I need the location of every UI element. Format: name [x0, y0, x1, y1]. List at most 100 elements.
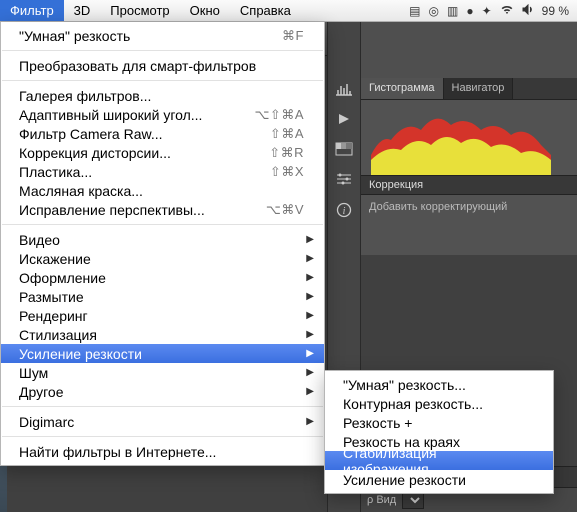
- menu-item-label: Преобразовать для смарт-фильтров: [19, 58, 304, 74]
- submenu-item[interactable]: Резкость +: [325, 413, 553, 432]
- sharpen-submenu: "Умная" резкость... Контурная резкость...…: [324, 370, 554, 494]
- menu-item-shortcut: ⌘F: [282, 28, 304, 44]
- submenu-item-label: Резкость +: [343, 415, 412, 431]
- notifications-icon[interactable]: ▤: [409, 4, 420, 18]
- menu-item[interactable]: Другое▶: [1, 382, 324, 401]
- menu-item[interactable]: Преобразовать для смарт-фильтров: [1, 56, 324, 75]
- submenu-arrow-icon: ▶: [306, 386, 314, 397]
- menu-item-shortcut: ⇧⌘X: [270, 164, 304, 180]
- battery-percent[interactable]: 99 %: [542, 4, 569, 18]
- submenu-arrow-icon: ▶: [306, 291, 314, 302]
- submenu-arrow-icon: ▶: [306, 416, 314, 427]
- menu-separator: [2, 436, 323, 437]
- submenu-item-label: Контурная резкость...: [343, 396, 483, 412]
- menu-item-label: Рендеринг: [19, 308, 304, 324]
- menu-item-label: Пластика...: [19, 164, 270, 180]
- menu-item[interactable]: Рендеринг▶: [1, 306, 324, 325]
- menu-item-label: Масляная краска...: [19, 183, 304, 199]
- menu-item-label: Исправление перспективы...: [19, 202, 266, 218]
- menu-item-label: Галерея фильтров...: [19, 88, 304, 104]
- menu-item-shortcut: ⌥⌘V: [266, 202, 304, 218]
- menu-item-label: Шум: [19, 365, 304, 381]
- swatches-icon[interactable]: [334, 142, 354, 158]
- menu-справка[interactable]: Справка: [230, 0, 301, 21]
- submenu-item-label: Усиление резкости: [343, 472, 466, 488]
- submenu-arrow-icon: ▶: [306, 348, 314, 359]
- tab-histogram[interactable]: Гистограмма: [361, 78, 444, 99]
- histogram-panel: [361, 100, 577, 175]
- menu-item-label: "Умная" резкость: [19, 28, 282, 44]
- menu-item[interactable]: Оформление▶: [1, 268, 324, 287]
- menu-item[interactable]: Видео▶: [1, 230, 324, 249]
- tab-correction[interactable]: Коррекция: [361, 175, 577, 195]
- menu-item[interactable]: Фильтр Camera Raw...⇧⌘A: [1, 124, 324, 143]
- svg-text:i: i: [343, 206, 346, 217]
- submenu-arrow-icon: ▶: [306, 310, 314, 321]
- menu-separator: [2, 406, 323, 407]
- menu-item[interactable]: Масляная краска...: [1, 181, 324, 200]
- correction-hint: Добавить корректирующий: [369, 201, 507, 213]
- layer-kind-label: ρ Вид: [367, 494, 396, 506]
- submenu-item[interactable]: Контурная резкость...: [325, 394, 553, 413]
- menu-separator: [2, 224, 323, 225]
- menu-item[interactable]: Стилизация▶: [1, 325, 324, 344]
- info-icon[interactable]: i: [334, 202, 354, 218]
- menu-item-label: Найти фильтры в Интернете...: [19, 444, 304, 460]
- submenu-arrow-icon: ▶: [306, 329, 314, 340]
- menu-item[interactable]: Найти фильтры в Интернете...: [1, 442, 324, 461]
- menu-item-label: Коррекция дисторсии...: [19, 145, 269, 161]
- submenu-arrow-icon: ▶: [306, 253, 314, 264]
- menu-item-shortcut: ⇧⌘A: [270, 126, 304, 142]
- histogram-icon[interactable]: [334, 82, 354, 98]
- menu-item-label: Оформление: [19, 270, 304, 286]
- menu-item-shortcut: ⇧⌘R: [269, 145, 304, 161]
- submenu-item-label: "Умная" резкость...: [343, 377, 466, 393]
- menu-item[interactable]: Шум▶: [1, 363, 324, 382]
- submenu-item[interactable]: Стабилизация изображения...: [325, 451, 553, 470]
- wifi-icon[interactable]: [500, 4, 514, 18]
- menu-item[interactable]: Адаптивный широкий угол...⌥⇧⌘A: [1, 105, 324, 124]
- menu-item-label: Digimarc: [19, 414, 304, 430]
- menu-item-label: Усиление резкости: [19, 346, 304, 362]
- menu-item-label: Адаптивный широкий угол...: [19, 107, 254, 123]
- submenu-arrow-icon: ▶: [306, 234, 314, 245]
- volume-icon[interactable]: [522, 4, 534, 18]
- menu-separator: [2, 50, 323, 51]
- menu-item-label: Стилизация: [19, 327, 304, 343]
- histogram-panel-tabs: Гистограмма Навигатор: [361, 78, 577, 100]
- menu-item-label: Фильтр Camera Raw...: [19, 126, 270, 142]
- menu-separator: [2, 80, 323, 81]
- menu-фильтр[interactable]: Фильтр: [0, 0, 64, 21]
- submenu-item[interactable]: "Умная" резкость...: [325, 375, 553, 394]
- correction-panel: Добавить корректирующий: [361, 195, 577, 255]
- menu-item-label: Искажение: [19, 251, 304, 267]
- menu-просмотр[interactable]: Просмотр: [100, 0, 179, 21]
- menubar-status-icons: ▤ ◎ ▥ ● ✦ 99 %: [409, 4, 577, 18]
- menu-item[interactable]: Усиление резкости▶: [1, 344, 324, 363]
- menu-item[interactable]: Искажение▶: [1, 249, 324, 268]
- menu-item-shortcut: ⌥⇧⌘A: [254, 107, 304, 123]
- menu-item-label: Видео: [19, 232, 304, 248]
- menu-окно[interactable]: Окно: [180, 0, 230, 21]
- menu-item[interactable]: Галерея фильтров...: [1, 86, 324, 105]
- menu-item-label: Другое: [19, 384, 304, 400]
- adjustments-icon[interactable]: [334, 172, 354, 188]
- submenu-arrow-icon: ▶: [306, 272, 314, 283]
- menubar: Фильтр3DПросмотрОкноСправка ▤ ◎ ▥ ● ✦ 99…: [0, 0, 577, 22]
- filter-menu-dropdown: "Умная" резкость⌘F Преобразовать для смар…: [0, 22, 325, 466]
- menu-item[interactable]: Digimarc▶: [1, 412, 324, 431]
- status-icon-1[interactable]: ▥: [447, 4, 458, 18]
- menu-3d[interactable]: 3D: [64, 0, 101, 21]
- status-icon-2[interactable]: ●: [466, 4, 473, 18]
- menu-item[interactable]: Пластика...⇧⌘X: [1, 162, 324, 181]
- menu-item-label: Размытие: [19, 289, 304, 305]
- menu-item[interactable]: "Умная" резкость⌘F: [1, 26, 324, 45]
- creative-cloud-icon[interactable]: ◎: [429, 4, 439, 18]
- menu-item[interactable]: Коррекция дисторсии...⇧⌘R: [1, 143, 324, 162]
- menu-item[interactable]: Исправление перспективы...⌥⌘V: [1, 200, 324, 219]
- submenu-arrow-icon: ▶: [306, 367, 314, 378]
- status-icon-3[interactable]: ✦: [482, 4, 492, 18]
- play-icon[interactable]: [334, 112, 354, 128]
- tab-navigator[interactable]: Навигатор: [444, 78, 514, 99]
- menu-item[interactable]: Размытие▶: [1, 287, 324, 306]
